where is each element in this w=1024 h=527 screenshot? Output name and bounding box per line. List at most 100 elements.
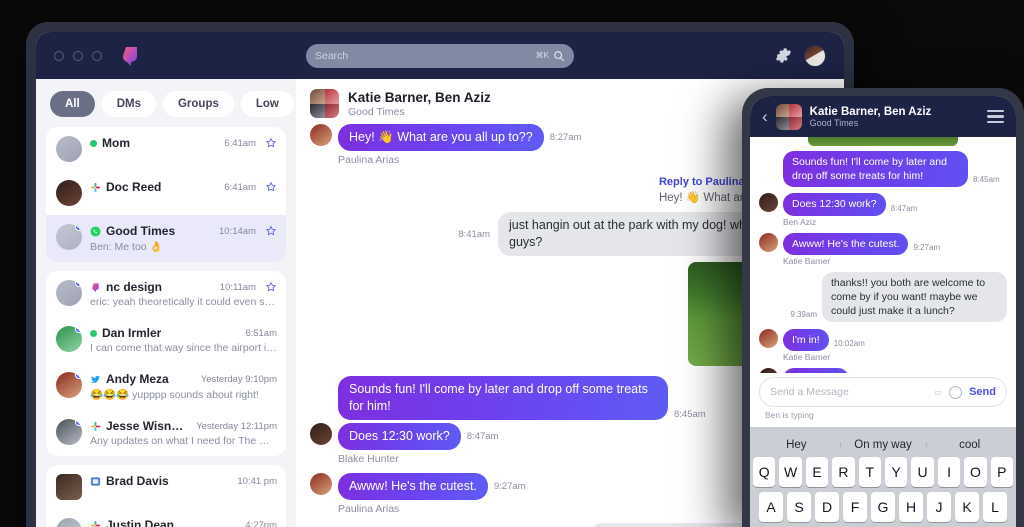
key-q[interactable]: Q (752, 457, 776, 487)
avatar (56, 372, 82, 398)
filter-pill-all[interactable]: All (50, 91, 95, 117)
key-u[interactable]: U (911, 457, 934, 487)
key-g[interactable]: G (871, 492, 895, 522)
conversation-body: Andy Meza Yesterday 9:10pm 😂😂😂 yupppp soun… (90, 372, 277, 401)
phone-message-bubble: thanks!! you both are welcome to come by… (822, 271, 1007, 323)
conversation-time: 6:41am (224, 137, 256, 149)
conversation-name: Doc Reed (106, 180, 162, 194)
conversation-title-row: Mom 6:41am (90, 136, 277, 150)
filter-pill-low[interactable]: Low (240, 91, 294, 117)
key-i[interactable]: I (937, 457, 961, 487)
key-l[interactable]: L (983, 492, 1007, 522)
conversation-body: Dan Irmler 6:51am I can come that way sinc… (90, 326, 277, 354)
laptop-device-frame: Search ⌘K All DMs Groups Low Mom 6:41am … (26, 22, 854, 527)
phone-message-row: 9:39am thanks!! you both are welcome to c… (759, 271, 1007, 323)
key-w[interactable]: W (779, 457, 802, 487)
conversation-sidebar: All DMs Groups Low Mom 6:41am Doc Reed 6:41am G… (36, 79, 296, 527)
key-a[interactable]: A (759, 492, 783, 522)
conversation-preview: eric: yeah theoretically it could even s… (90, 296, 277, 308)
key-j[interactable]: J (927, 492, 951, 522)
phone-message-bubble: Me too 👌 (783, 368, 850, 373)
avatar (56, 280, 82, 306)
search-shortcut-hint: ⌘K (535, 51, 549, 60)
filter-pill-group: All DMs Groups Low (36, 79, 296, 127)
favorite-star-icon[interactable] (265, 281, 277, 293)
favorite-star-icon[interactable] (265, 137, 277, 149)
brand-logo-icon (118, 44, 142, 68)
conversation-body: Justin Dean 4:27pm (90, 518, 277, 527)
filter-pill-groups[interactable]: Groups (162, 91, 234, 117)
key-s[interactable]: S (787, 492, 811, 522)
phone-chat-subtitle: Good Times (809, 117, 859, 128)
phone-message-time: 10:02am (833, 339, 865, 349)
conversation-item[interactable]: Dan Irmler 6:51am I can come that way sinc… (46, 317, 286, 363)
key-h[interactable]: H (899, 492, 923, 522)
key-t[interactable]: T (858, 457, 881, 487)
conversation-item[interactable]: Justin Dean 4:27pm (46, 509, 286, 527)
window-minimize-icon[interactable] (73, 50, 83, 61)
window-traffic-lights[interactable] (54, 50, 102, 61)
conversation-name: Good Times (106, 224, 176, 238)
send-button[interactable]: Send (969, 386, 996, 398)
app-body: All DMs Groups Low Mom 6:41am Doc Reed 6:41am G… (36, 79, 844, 527)
prediction-word[interactable]: On my way (839, 439, 927, 451)
favorite-star-icon[interactable] (265, 181, 277, 193)
message-time: 8:27am (549, 131, 582, 143)
avatar (310, 472, 332, 495)
hamburger-menu-icon[interactable] (987, 110, 1004, 123)
key-r[interactable]: R (832, 457, 855, 487)
message-input[interactable]: Send a Message ▭ Send (759, 377, 1007, 407)
key-o[interactable]: O (964, 457, 987, 487)
search-container[interactable]: Search ⌘K (306, 43, 574, 68)
prediction-word[interactable]: Hey (753, 439, 840, 451)
conversation-preview: I can come that way since the airport is… (90, 342, 277, 354)
phone-composer: Send a Message ▭ Send Ben is typing (750, 373, 1016, 427)
message-time: 8:47am (466, 430, 499, 442)
conversation-item[interactable]: Mom 6:41am (46, 127, 286, 171)
back-chevron-icon[interactable]: ‹ (762, 108, 768, 125)
image-attachment-partial (808, 137, 958, 146)
phone-message-bubble: Awww! He's the cutest. (783, 232, 909, 255)
conversation-group: Brad Davis 10:41 pm Justin Dean 4:27pm (46, 465, 286, 527)
conversation-title-row: Jesse Wisnewski Yesterday 12:11pm (90, 419, 277, 433)
chat-subtitle: Good Times (348, 105, 405, 118)
conversation-item[interactable]: Jesse Wisnewski Yesterday 12:11pm Any upda… (46, 410, 286, 456)
user-avatar[interactable] (804, 44, 826, 67)
key-p[interactable]: P (990, 457, 1014, 487)
gear-icon[interactable] (775, 47, 792, 64)
phone-screen: ‹ Katie Barner, Ben Aziz Good Times Soun… (750, 96, 1016, 527)
emoji-icon[interactable] (949, 385, 963, 399)
conversation-item[interactable]: Andy Meza Yesterday 9:10pm 😂😂😂 yupppp soun… (46, 363, 286, 410)
conversation-time: Yesterday 9:10pm (200, 373, 277, 385)
conversation-body: Brad Davis 10:41 pm (90, 474, 277, 488)
conversation-group: nc design 10:11am eric: yeah theoretically… (46, 271, 286, 456)
key-d[interactable]: D (815, 492, 839, 522)
key-f[interactable]: F (843, 492, 867, 522)
avatar (56, 180, 82, 206)
message-bubble: Hey! 👋 What are you all up to?? (338, 124, 544, 151)
search-input[interactable]: Search ⌘K (306, 43, 574, 68)
window-close-icon[interactable] (54, 50, 64, 61)
conversation-item[interactable]: Brad Davis 10:41 pm (46, 465, 286, 509)
avatar (56, 326, 82, 352)
prediction-word[interactable]: cool (926, 439, 1013, 451)
conversation-body: nc design 10:11am eric: yeah theoretically… (90, 280, 277, 308)
online-status-dot (90, 139, 97, 147)
gif-icon[interactable]: ▭ (934, 388, 942, 397)
messenger-icon (90, 476, 101, 486)
conversation-item[interactable]: nc design 10:11am eric: yeah theoretically… (46, 271, 286, 317)
avatar (56, 224, 82, 250)
brand-logo-icon (92, 282, 99, 292)
filter-pill-dms[interactable]: DMs (101, 91, 156, 117)
conversation-item[interactable]: Good Times 10:14am Ben: Me too 👌 (46, 215, 286, 262)
laptop-screen: Search ⌘K All DMs Groups Low Mom 6:41am … (36, 32, 844, 527)
key-y[interactable]: Y (885, 457, 908, 487)
key-k[interactable]: K (955, 492, 979, 522)
conversation-name: Dan Irmler (102, 326, 162, 340)
phone-sender-name: Ben Aziz (783, 216, 817, 227)
favorite-star-icon[interactable] (265, 225, 277, 237)
phone-sender-name: Katie Barner (783, 352, 831, 363)
conversation-item[interactable]: Doc Reed 6:41am (46, 171, 286, 215)
window-maximize-icon[interactable] (92, 50, 102, 61)
key-e[interactable]: E (805, 457, 829, 487)
